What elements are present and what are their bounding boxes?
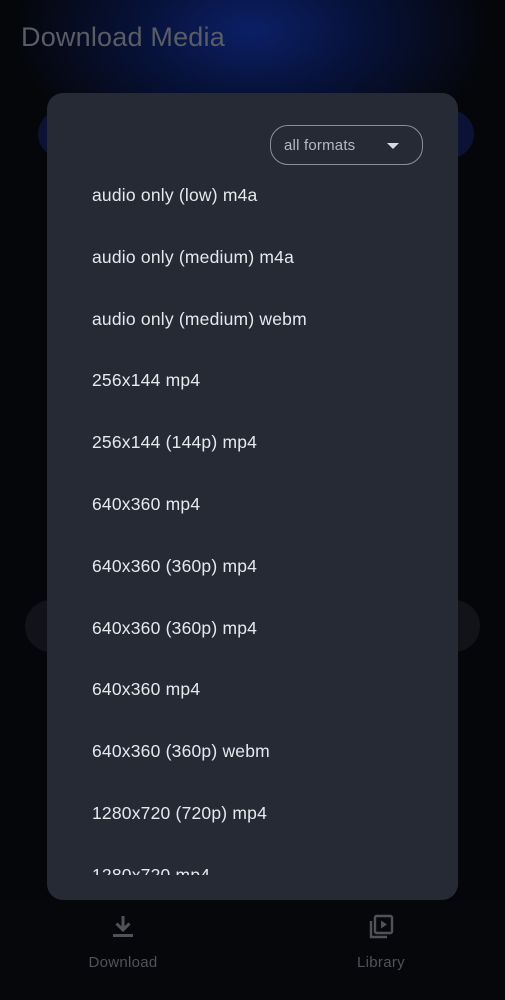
format-option[interactable]: 256x144 (144p) mp4 [47,412,458,474]
nav-label-download: Download [88,954,158,971]
format-list[interactable]: audio only (low) m4a audio only (medium)… [47,165,458,875]
nav-label-library: Library [357,954,405,971]
format-option[interactable]: audio only (medium) m4a [47,227,458,289]
format-option[interactable]: 640x360 (360p) webm [47,721,458,783]
nav-item-library[interactable]: Library [321,912,441,971]
format-dropdown-menu: all formats audio only (low) m4a audio o… [47,93,458,900]
format-option[interactable]: 640x360 (360p) mp4 [47,598,458,660]
download-icon [108,912,138,942]
format-option[interactable]: 640x360 mp4 [47,474,458,536]
format-option[interactable]: 640x360 (360p) mp4 [47,536,458,598]
format-option[interactable]: 256x144 mp4 [47,350,458,412]
bottom-navigation: Download Library [0,900,505,1000]
format-option[interactable]: 640x360 mp4 [47,659,458,721]
page-title: Download Media [21,22,225,52]
format-filter-select[interactable]: all formats [270,125,423,165]
format-option[interactable]: 1280x720 (720p) mp4 [47,783,458,845]
format-option[interactable]: 1280x720 mp4 [47,845,458,875]
format-filter-value: all formats [284,137,356,154]
nav-item-download[interactable]: Download [63,912,183,971]
format-option[interactable]: audio only (low) m4a [47,165,458,227]
chevron-down-icon [387,143,399,149]
library-icon [366,912,396,942]
format-option[interactable]: audio only (medium) webm [47,289,458,351]
